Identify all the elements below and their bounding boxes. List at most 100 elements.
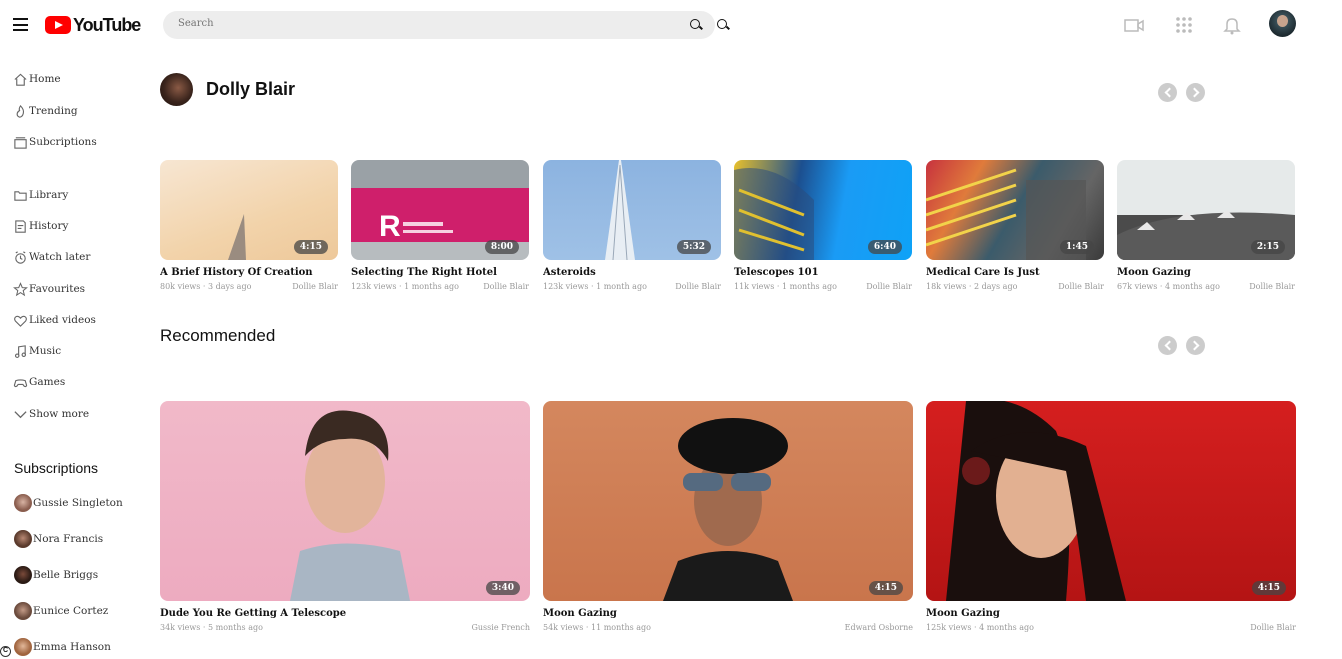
apps-grid-icon[interactable] [1173, 14, 1195, 36]
video-meta: 123k views · 1 months ago Dollie Blair [351, 282, 529, 291]
video-card[interactable]: 4:15 Moon Gazing 125k views · 4 months a… [926, 401, 1296, 632]
sidebar-item-history[interactable]: History [13, 217, 68, 235]
menu-icon[interactable] [13, 18, 28, 31]
video-thumbnail[interactable]: 6:40 [734, 160, 912, 260]
sidebar-item-favourites[interactable]: Favourites [13, 280, 85, 298]
sidebar-item-games[interactable]: Games [13, 373, 65, 391]
user-avatar[interactable] [1269, 10, 1296, 37]
channel-next-arrow-icon[interactable] [1186, 83, 1205, 102]
video-meta: 34k views · 5 months ago Gussie French [160, 623, 530, 632]
video-title[interactable]: Selecting The Right Hotel [351, 267, 529, 278]
search-input[interactable] [178, 18, 658, 29]
svg-text:R: R [379, 210, 401, 243]
logo-text: YouTube [73, 14, 141, 35]
search-icon[interactable] [690, 19, 703, 32]
subscriptions-icon [14, 136, 27, 149]
play-logo-icon [45, 16, 71, 34]
video-card[interactable]: R 8:00 Selecting The Right Hotel 123k vi… [351, 160, 529, 291]
channel-prev-arrow-icon[interactable] [1158, 83, 1177, 102]
subscription-item[interactable]: Emma Hanson [14, 638, 111, 656]
channel-avatar[interactable] [160, 73, 193, 106]
search-submit-icon[interactable] [717, 19, 730, 32]
video-author[interactable]: Dollie Blair [675, 282, 721, 291]
subscription-name: Nora Francis [33, 533, 104, 545]
chevron-down-icon [14, 410, 27, 418]
video-card[interactable]: 4:15 Moon Gazing 54k views · 11 months a… [543, 401, 913, 632]
thumbnail-art [946, 401, 1126, 601]
video-title[interactable]: Dude You Re Getting A Telescope [160, 608, 530, 619]
video-thumbnail[interactable]: 3:40 [160, 401, 530, 601]
sidebar-item-music[interactable]: Music [13, 342, 61, 360]
video-thumbnail[interactable]: 5:32 [543, 160, 721, 260]
video-thumbnail[interactable]: R 8:00 [351, 160, 529, 260]
video-author[interactable]: Dollie Blair [1058, 282, 1104, 291]
subscription-name: Belle Briggs [33, 569, 99, 581]
video-views: 67k views [1117, 282, 1158, 291]
video-thumbnail[interactable]: 1:45 [926, 160, 1104, 260]
subscription-item[interactable]: Gussie Singleton [14, 494, 123, 512]
duration-badge: 4:15 [1251, 581, 1286, 595]
subscription-item[interactable]: Belle Briggs [14, 566, 98, 584]
sidebar-item-library[interactable]: Library [13, 186, 68, 204]
bell-icon[interactable] [1221, 14, 1243, 36]
sidebar-item-home[interactable]: Home [13, 70, 61, 88]
video-title[interactable]: Moon Gazing [926, 608, 1296, 619]
avatar [14, 530, 32, 548]
recommended-next-arrow-icon[interactable] [1186, 336, 1205, 355]
avatar [14, 494, 32, 512]
subscription-name: Gussie Singleton [33, 497, 123, 509]
channel-name[interactable]: Dolly Blair [206, 79, 295, 100]
sidebar-item-show-more[interactable]: Show more [13, 405, 89, 423]
video-age: 1 months ago [781, 282, 837, 291]
duration-badge: 4:15 [293, 240, 328, 254]
video-author[interactable]: Dollie Blair [292, 282, 338, 291]
video-views: 123k views [351, 282, 397, 291]
sidebar-item-trending[interactable]: Trending [13, 102, 78, 120]
sidebar-item-liked-videos[interactable]: Liked videos [13, 311, 96, 329]
video-author[interactable]: Dollie Blair [1250, 623, 1296, 632]
video-title[interactable]: Moon Gazing [543, 608, 913, 619]
video-title[interactable]: A Brief History Of Creation [160, 267, 338, 278]
video-title[interactable]: Asteroids [543, 267, 721, 278]
sidebar-item-label: Favourites [29, 283, 86, 295]
video-card[interactable]: 2:15 Moon Gazing 67k views · 4 months ag… [1117, 160, 1295, 291]
sidebar-item-watch-later[interactable]: Watch later [13, 248, 90, 266]
sidebar-item-subcriptions[interactable]: Subcriptions [13, 133, 97, 151]
video-card[interactable]: 6:40 Telescopes 101 11k views · 1 months… [734, 160, 912, 291]
video-card[interactable]: 3:40 Dude You Re Getting A Telescope 34k… [160, 401, 530, 632]
video-meta: 80k views · 3 days ago Dollie Blair [160, 282, 338, 291]
video-thumbnail[interactable]: 2:15 [1117, 160, 1295, 260]
video-title[interactable]: Moon Gazing [1117, 267, 1295, 278]
sidebar-item-label: Trending [29, 105, 78, 117]
sidebar-item-label: Show more [29, 408, 90, 420]
video-card[interactable]: 4:15 A Brief History Of Creation 80k vie… [160, 160, 338, 291]
video-author[interactable]: Dollie Blair [483, 282, 529, 291]
video-card[interactable]: 5:32 Asteroids 123k views · 1 month ago … [543, 160, 721, 291]
video-author[interactable]: Gussie French [472, 623, 530, 632]
video-age: 4 months ago [1164, 282, 1220, 291]
video-camera-icon[interactable] [1123, 14, 1145, 36]
subscription-item[interactable]: Eunice Cortez [14, 602, 108, 620]
video-views: 34k views [160, 623, 201, 632]
history-icon [15, 219, 26, 233]
top-header: YouTube [0, 0, 1342, 50]
video-title[interactable]: Medical Care Is Just [926, 267, 1104, 278]
folder-icon [14, 190, 27, 201]
youtube-logo[interactable]: YouTube [45, 14, 141, 36]
video-thumbnail[interactable]: 4:15 [543, 401, 913, 601]
video-author[interactable]: Edward Osborne [845, 623, 913, 632]
recommended-prev-arrow-icon[interactable] [1158, 336, 1177, 355]
video-thumbnail[interactable]: 4:15 [926, 401, 1296, 601]
video-card[interactable]: 1:45 Medical Care Is Just 18k views · 2 … [926, 160, 1104, 291]
video-author[interactable]: Dollie Blair [866, 282, 912, 291]
sidebar-item-label: Liked videos [29, 314, 96, 326]
video-meta: 67k views · 4 months ago Dollie Blair [1117, 282, 1295, 291]
video-meta: 54k views · 11 months ago Edward Osborne [543, 623, 913, 632]
duration-badge: 1:45 [1059, 240, 1094, 254]
video-title[interactable]: Telescopes 101 [734, 267, 912, 278]
video-author[interactable]: Dollie Blair [1249, 282, 1295, 291]
video-age: 1 months ago [404, 282, 459, 291]
subscription-item[interactable]: Nora Francis [14, 530, 103, 548]
sidebar-item-label: Watch later [29, 251, 91, 263]
video-thumbnail[interactable]: 4:15 [160, 160, 338, 260]
